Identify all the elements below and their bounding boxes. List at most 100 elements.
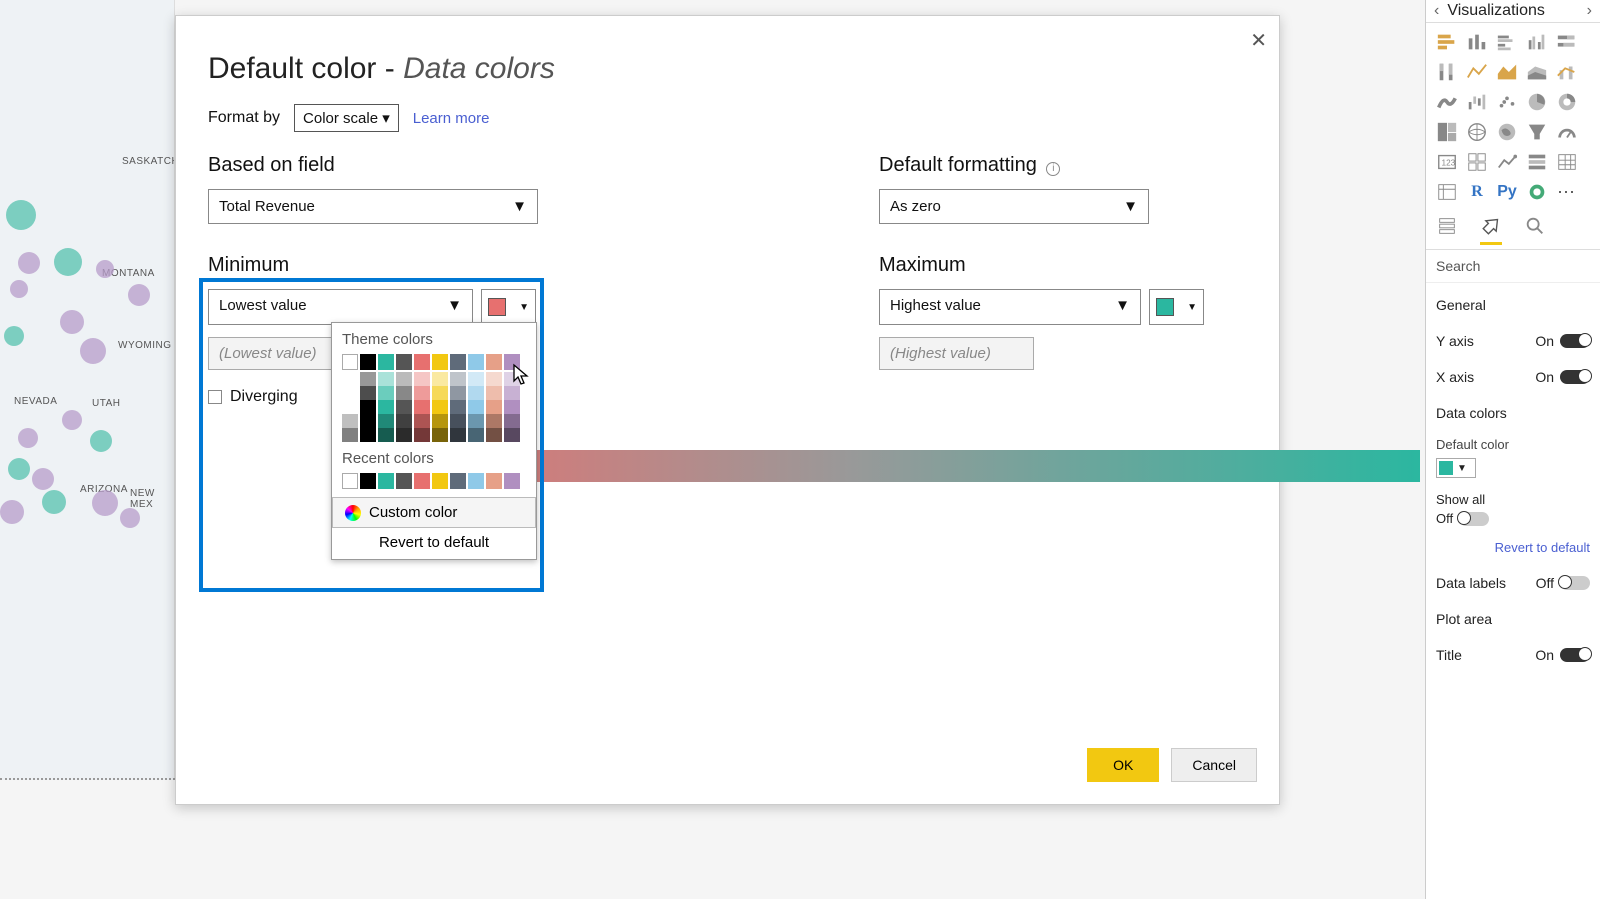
color-swatch[interactable]: [432, 372, 448, 386]
color-swatch[interactable]: [450, 400, 466, 414]
filled-map-icon[interactable]: [1494, 119, 1520, 145]
clustered-column-icon[interactable]: [1524, 29, 1550, 55]
color-swatch[interactable]: [342, 473, 358, 489]
prop-plot-area[interactable]: Plot area: [1426, 601, 1600, 637]
color-swatch[interactable]: [396, 372, 412, 386]
maximum-select[interactable]: Highest value▼: [879, 289, 1141, 325]
line-column-icon[interactable]: [1554, 59, 1580, 85]
color-swatch[interactable]: [504, 354, 520, 370]
color-swatch[interactable]: [432, 414, 448, 428]
color-swatch[interactable]: [468, 354, 484, 370]
color-swatch[interactable]: [468, 372, 484, 386]
color-swatch[interactable]: [378, 473, 394, 489]
search-input[interactable]: Search: [1426, 250, 1600, 283]
analytics-tab[interactable]: [1524, 215, 1546, 245]
color-swatch[interactable]: [468, 400, 484, 414]
matrix-icon[interactable]: [1434, 179, 1460, 205]
treemap-icon[interactable]: [1434, 119, 1460, 145]
color-swatch[interactable]: [486, 473, 502, 489]
stacked-column-icon[interactable]: [1464, 29, 1490, 55]
color-swatch[interactable]: [450, 414, 466, 428]
color-swatch[interactable]: [342, 400, 358, 414]
color-swatch[interactable]: [396, 386, 412, 400]
default-formatting-select[interactable]: As zero▼: [879, 189, 1149, 224]
collapse-right-icon[interactable]: ›: [1585, 2, 1594, 20]
format-tab[interactable]: [1480, 215, 1502, 245]
minimum-select[interactable]: Lowest value▼: [208, 289, 473, 325]
color-swatch[interactable]: [486, 372, 502, 386]
revert-to-default-button[interactable]: Revert to default: [332, 528, 536, 559]
revert-link[interactable]: Revert to default: [1426, 534, 1600, 565]
color-swatch[interactable]: [450, 354, 466, 370]
default-color-swatch[interactable]: ▼: [1436, 458, 1476, 478]
toggle-icon[interactable]: [1560, 334, 1590, 348]
slicer-icon[interactable]: [1524, 149, 1550, 175]
ok-button[interactable]: OK: [1087, 748, 1159, 782]
color-swatch[interactable]: [414, 354, 430, 370]
color-swatch[interactable]: [360, 414, 376, 428]
funnel-icon[interactable]: [1524, 119, 1550, 145]
color-swatch[interactable]: [342, 428, 358, 442]
color-swatch[interactable]: [504, 428, 520, 442]
cancel-button[interactable]: Cancel: [1171, 748, 1257, 782]
color-swatch[interactable]: [396, 414, 412, 428]
color-swatch[interactable]: [450, 473, 466, 489]
stacked-bar-100-icon[interactable]: [1554, 29, 1580, 55]
arcgis-icon[interactable]: [1524, 179, 1550, 205]
color-swatch[interactable]: [450, 428, 466, 442]
color-swatch[interactable]: [486, 414, 502, 428]
minimum-color-button[interactable]: ▼: [481, 289, 536, 325]
scatter-icon[interactable]: [1494, 89, 1520, 115]
close-icon[interactable]: ✕: [1250, 28, 1267, 53]
color-swatch[interactable]: [378, 400, 394, 414]
fields-tab[interactable]: [1436, 215, 1458, 245]
info-icon[interactable]: i: [1046, 162, 1060, 176]
multi-card-icon[interactable]: [1464, 149, 1490, 175]
stacked-bar-icon[interactable]: [1434, 29, 1460, 55]
donut-icon[interactable]: [1554, 89, 1580, 115]
color-swatch[interactable]: [486, 428, 502, 442]
color-swatch[interactable]: [342, 354, 358, 370]
kpi-icon[interactable]: [1494, 149, 1520, 175]
maximum-color-button[interactable]: ▼: [1149, 289, 1204, 325]
color-swatch[interactable]: [432, 428, 448, 442]
color-swatch[interactable]: [342, 414, 358, 428]
color-swatch[interactable]: [432, 354, 448, 370]
python-visual-icon[interactable]: Py: [1494, 179, 1520, 205]
toggle-icon[interactable]: [1459, 512, 1489, 526]
color-swatch[interactable]: [504, 414, 520, 428]
color-swatch[interactable]: [468, 473, 484, 489]
color-swatch[interactable]: [378, 386, 394, 400]
waterfall-icon[interactable]: [1464, 89, 1490, 115]
color-swatch[interactable]: [414, 428, 430, 442]
color-swatch[interactable]: [504, 386, 520, 400]
color-swatch[interactable]: [414, 400, 430, 414]
color-swatch[interactable]: [432, 473, 448, 489]
color-swatch[interactable]: [360, 428, 376, 442]
color-swatch[interactable]: [378, 428, 394, 442]
stacked-area-icon[interactable]: [1524, 59, 1550, 85]
card-icon[interactable]: 123: [1434, 149, 1460, 175]
toggle-icon[interactable]: [1560, 648, 1590, 662]
color-swatch[interactable]: [414, 414, 430, 428]
toggle-icon[interactable]: [1560, 370, 1590, 384]
color-swatch[interactable]: [504, 400, 520, 414]
more-icon[interactable]: ⋯: [1554, 179, 1580, 205]
color-swatch[interactable]: [504, 473, 520, 489]
color-swatch[interactable]: [504, 372, 520, 386]
color-swatch[interactable]: [414, 386, 430, 400]
ribbon-chart-icon[interactable]: [1434, 89, 1460, 115]
color-swatch[interactable]: [432, 386, 448, 400]
color-swatch[interactable]: [450, 386, 466, 400]
prop-general[interactable]: General: [1426, 287, 1600, 323]
format-by-select[interactable]: Color scale ▾: [294, 104, 399, 132]
color-swatch[interactable]: [414, 473, 430, 489]
area-chart-icon[interactable]: [1494, 59, 1520, 85]
color-swatch[interactable]: [396, 400, 412, 414]
color-swatch[interactable]: [342, 372, 358, 386]
color-swatch[interactable]: [378, 354, 394, 370]
stacked-column-100-icon[interactable]: [1434, 59, 1460, 85]
prop-x-axis[interactable]: X axis On: [1426, 359, 1600, 395]
collapse-left-icon[interactable]: ‹: [1432, 2, 1441, 20]
map-icon[interactable]: [1464, 119, 1490, 145]
